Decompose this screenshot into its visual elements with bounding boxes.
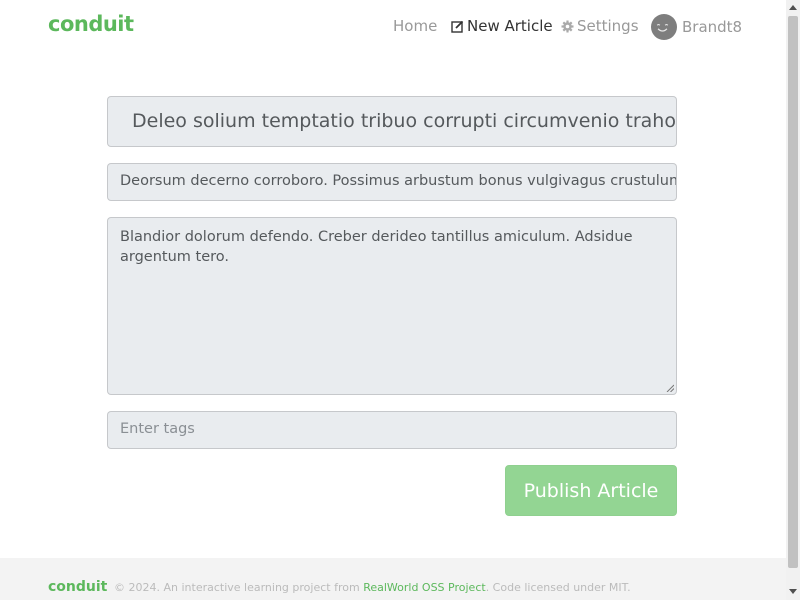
article-body-textarea[interactable]: Blandior dolorum defendo. Creber derideo… [107,217,677,395]
nav-user-profile-link[interactable]: Brandt8 [651,14,742,40]
footer: conduit © 2024. An interactive learning … [0,558,786,600]
scrollbar-thumb[interactable] [788,16,798,568]
tags-input[interactable]: Enter tags [107,411,677,449]
nav-username: Brandt8 [682,18,743,36]
scroll-down-arrow-icon[interactable] [789,589,797,594]
footer-attribution: © 2024. An interactive learning project … [114,581,631,594]
avatar [651,14,677,40]
brand-logo[interactable]: conduit [48,12,134,36]
nav-settings-label: Settings [577,17,639,35]
scroll-up-arrow-icon[interactable] [789,5,797,10]
article-title-input[interactable]: Deleo solium temptatio tribuo corrupti c… [107,96,677,147]
resize-grip-icon[interactable] [666,384,674,392]
article-about-input[interactable]: Deorsum decerno corroboro. Possimus arbu… [107,163,677,201]
nav-home-link[interactable]: Home [393,17,437,35]
edit-icon [451,20,464,33]
publish-article-button[interactable]: Publish Article [505,465,677,516]
footer-text-after: . Code licensed under MIT. [485,581,631,594]
navbar: conduit Home New Article Settings Brandt… [0,0,786,56]
nav-new-article-link[interactable]: New Article [451,17,553,35]
article-body-text: Blandior dolorum defendo. Creber derideo… [120,229,633,265]
footer-brand-logo[interactable]: conduit [48,579,107,595]
avatar-smiley-icon [656,23,669,32]
nav-settings-link[interactable]: Settings [561,17,639,35]
footer-text-before: © 2024. An interactive learning project … [114,581,364,594]
footer-realworld-link[interactable]: RealWorld OSS Project [363,581,486,594]
vertical-scrollbar[interactable] [786,0,800,600]
gear-icon [561,20,574,32]
nav-new-article-label: New Article [467,17,553,35]
